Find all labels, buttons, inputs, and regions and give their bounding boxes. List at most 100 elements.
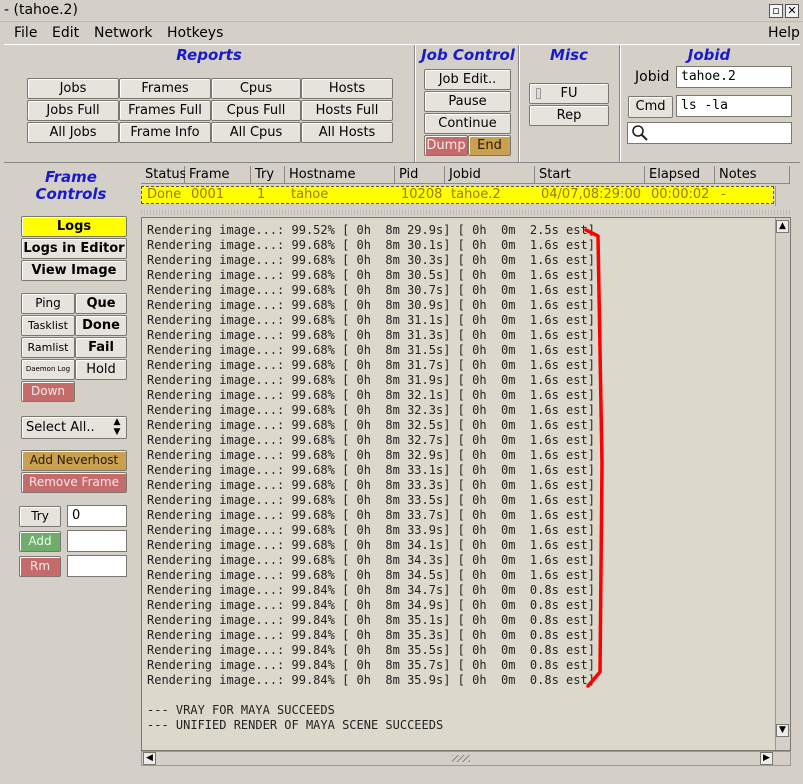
- ramlist-button[interactable]: Ramlist: [21, 337, 75, 358]
- rm-button[interactable]: Rm: [19, 556, 61, 577]
- frames-button[interactable]: Frames: [119, 78, 211, 99]
- cmd-input[interactable]: ls -la: [676, 95, 792, 117]
- red-bracket-annotation: [584, 228, 604, 688]
- column-header-hostname[interactable]: Hostname: [285, 166, 395, 184]
- select-all-value: Select All..: [26, 420, 95, 435]
- divider: [414, 45, 416, 162]
- rep-button[interactable]: Rep: [529, 105, 609, 126]
- misc-title: Misc: [550, 46, 588, 64]
- frame-controls-panel: Frame Controls Logs Logs in Editor View …: [4, 165, 138, 781]
- reports-title: Reports: [176, 46, 242, 64]
- frame-controls-title-line2: Controls: [35, 185, 107, 203]
- column-header-status[interactable]: Status: [141, 166, 186, 184]
- rm-input[interactable]: [67, 555, 127, 577]
- scroll-down-icon[interactable]: ▼: [776, 724, 789, 737]
- column-header-try[interactable]: Try: [251, 166, 285, 184]
- add-button[interactable]: Add: [19, 531, 61, 552]
- menu-network[interactable]: Network: [94, 25, 152, 41]
- frames-table: Status Frame Try Hostname Pid Jobid Star…: [141, 166, 790, 210]
- scroll-right-icon[interactable]: ▶: [760, 752, 773, 765]
- grip-icon: [452, 755, 470, 762]
- menu-hotkeys[interactable]: Hotkeys: [167, 25, 223, 41]
- select-all-dropdown[interactable]: Select All.. ▲ ▼: [21, 416, 127, 439]
- view-image-button[interactable]: View Image: [21, 260, 127, 281]
- que-button[interactable]: Que: [75, 293, 127, 314]
- horizontal-scrollbar[interactable]: ◀ ▶: [141, 751, 791, 766]
- all-hosts-button[interactable]: All Hosts: [301, 122, 393, 143]
- table-scrollbar[interactable]: [775, 186, 790, 206]
- cell-pid: 10208: [401, 187, 443, 202]
- cell-status: Done: [147, 187, 182, 202]
- scroll-up-icon[interactable]: ▲: [776, 220, 789, 233]
- cell-jobid: tahoe.2: [451, 187, 501, 202]
- menu-edit[interactable]: Edit: [52, 25, 79, 41]
- menu-file[interactable]: File: [14, 25, 37, 41]
- ping-button[interactable]: Ping: [21, 293, 75, 314]
- logs-in-editor-button[interactable]: Logs in Editor: [21, 238, 127, 259]
- cell-elapsed: 00:00:02: [651, 187, 710, 202]
- jobid-title: Jobid: [687, 46, 731, 64]
- jobs-button[interactable]: Jobs: [27, 78, 119, 99]
- hold-button[interactable]: Hold: [75, 359, 127, 380]
- menu-help[interactable]: Help: [768, 25, 800, 41]
- toggle-indicator-icon: [536, 88, 541, 99]
- fu-label: FU: [560, 86, 578, 101]
- job-control-title: Job Control: [421, 46, 515, 64]
- job-edit-button[interactable]: Job Edit..: [424, 69, 511, 90]
- updown-arrows-icon: ▲ ▼: [113, 417, 121, 437]
- try-input[interactable]: 0: [67, 505, 127, 527]
- dump-button[interactable]: Dump: [424, 135, 468, 156]
- logs-button[interactable]: Logs: [21, 216, 127, 237]
- hosts-button[interactable]: Hosts: [301, 78, 393, 99]
- cell-try: 1: [257, 187, 266, 202]
- log-viewer[interactable]: Rendering image...: 99.52% [ 0h 8m 29.9s…: [141, 217, 791, 751]
- fu-toggle-button[interactable]: FU: [529, 83, 609, 104]
- frame-info-button[interactable]: Frame Info: [119, 122, 211, 143]
- done-button[interactable]: Done: [75, 315, 127, 336]
- column-header-jobid[interactable]: Jobid: [445, 166, 535, 184]
- column-header-elapsed[interactable]: Elapsed: [645, 166, 715, 184]
- search-icon: [632, 125, 648, 141]
- pause-button[interactable]: Pause: [424, 91, 511, 112]
- minimize-icon[interactable]: ▫: [769, 4, 783, 18]
- cpus-button[interactable]: Cpus: [211, 78, 301, 99]
- all-cpus-button[interactable]: All Cpus: [211, 122, 301, 143]
- fail-button[interactable]: Fail: [75, 337, 127, 358]
- log-scrollbar[interactable]: ▲ ▼: [775, 218, 790, 750]
- divider: [518, 45, 520, 162]
- jobs-full-button[interactable]: Jobs Full: [27, 100, 119, 121]
- frame-controls-title-line1: Frame: [45, 168, 97, 186]
- jobid-input[interactable]: tahoe.2: [676, 66, 792, 88]
- column-header-pid[interactable]: Pid: [395, 166, 445, 184]
- window-titlebar: - (tahoe.2) ▫ ✕: [0, 0, 803, 22]
- menu-bar: File Edit Network Hotkeys Help: [0, 22, 803, 44]
- end-button[interactable]: End: [468, 135, 511, 156]
- tasklist-button[interactable]: Tasklist: [21, 315, 75, 336]
- splitter-handle[interactable]: [141, 210, 791, 215]
- column-header-start[interactable]: Start: [535, 166, 645, 184]
- daemon-log-button[interactable]: Daemon Log: [21, 359, 75, 380]
- add-input[interactable]: [67, 530, 127, 552]
- cell-notes: -: [721, 187, 726, 202]
- frames-full-button[interactable]: Frames Full: [119, 100, 211, 121]
- down-button[interactable]: Down: [21, 381, 75, 402]
- cpus-full-button[interactable]: Cpus Full: [211, 100, 301, 121]
- column-header-frame[interactable]: Frame: [185, 166, 251, 184]
- hosts-full-button[interactable]: Hosts Full: [301, 100, 393, 121]
- close-icon[interactable]: ✕: [785, 4, 799, 18]
- remove-frame-button[interactable]: Remove Frame: [21, 472, 127, 493]
- add-neverhost-button[interactable]: Add Neverhost: [21, 450, 127, 471]
- scroll-left-icon[interactable]: ◀: [143, 752, 156, 765]
- toolbar: Reports Jobs Frames Cpus Hosts Jobs Full…: [4, 44, 800, 163]
- window-title: - (tahoe.2): [4, 2, 78, 18]
- table-row[interactable]: Done 0001 1 tahoe 10208 tahoe.2 04/07,08…: [141, 186, 774, 204]
- cell-hostname: tahoe: [291, 187, 329, 202]
- try-button[interactable]: Try: [19, 506, 61, 527]
- cell-frame: 0001: [191, 187, 225, 202]
- column-header-notes[interactable]: Notes: [715, 166, 790, 184]
- cmd-button[interactable]: Cmd: [628, 96, 673, 118]
- all-jobs-button[interactable]: All Jobs: [27, 122, 119, 143]
- frame-controls-title: Frame Controls: [4, 169, 138, 203]
- search-input[interactable]: [627, 122, 792, 144]
- continue-button[interactable]: Continue: [424, 113, 511, 134]
